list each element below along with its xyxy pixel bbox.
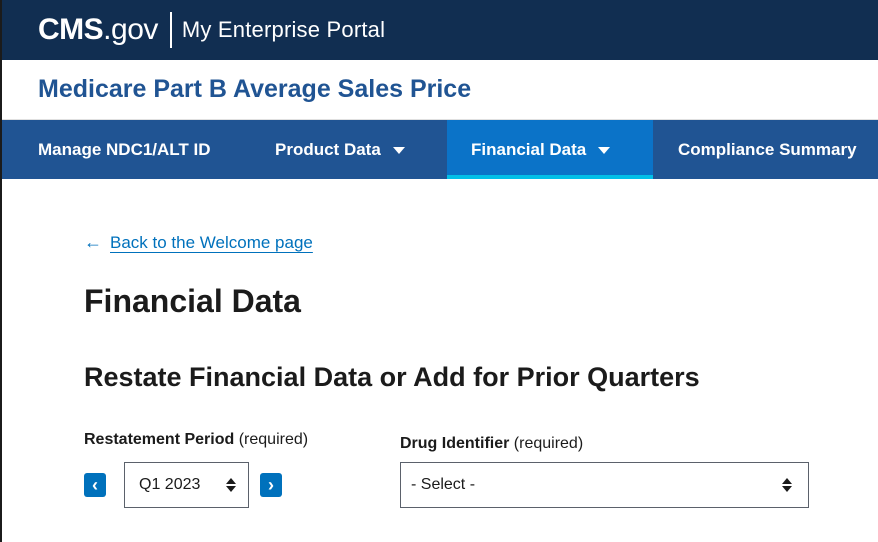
back-link-label: Back to the Welcome page xyxy=(110,232,313,252)
app-title-bar: Medicare Part B Average Sales Price xyxy=(2,60,878,120)
page: CMS .gov My Enterprise Portal Medicare Pa… xyxy=(0,0,878,542)
required-text: (required) xyxy=(238,431,309,448)
cms-header: CMS .gov My Enterprise Portal xyxy=(2,0,878,60)
section-title: Restate Financial Data or Add for Prior … xyxy=(84,362,700,392)
drug-identifier-select[interactable]: - Select - xyxy=(400,462,809,508)
sort-updown-icon xyxy=(782,478,792,492)
nav-item-financial-data[interactable]: Financial Data xyxy=(447,120,653,179)
logo-gov-text: .gov xyxy=(103,13,158,46)
nav-item-label: Compliance Summary xyxy=(678,139,857,159)
logo-divider xyxy=(169,12,172,48)
caret-down-icon xyxy=(598,147,611,154)
drug-identifier-value: - Select - xyxy=(411,476,476,493)
chevron-right-icon: › xyxy=(268,474,274,495)
back-to-welcome-link[interactable]: ← Back to the Welcome page xyxy=(84,232,313,253)
cms-logo[interactable]: CMS .gov xyxy=(38,15,158,45)
next-quarter-button[interactable]: › xyxy=(260,473,282,497)
portal-name[interactable]: My Enterprise Portal xyxy=(182,17,385,43)
page-title: Financial Data xyxy=(84,283,301,319)
main-nav: Manage NDC1/ALT ID Product Data Financia… xyxy=(2,120,878,179)
required-text: (required) xyxy=(513,435,584,452)
caret-down-icon xyxy=(392,147,405,154)
nav-item-label: Product Data xyxy=(275,139,381,159)
drug-identifier-label-text: Drug Identifier xyxy=(400,435,510,452)
nav-item-label: Manage NDC1/ALT ID xyxy=(38,139,211,159)
nav-item-manage-ndc[interactable]: Manage NDC1/ALT ID xyxy=(38,120,211,179)
restatement-period-label-text: Restatement Period xyxy=(84,431,235,448)
drug-identifier-label: Drug Identifier (required) xyxy=(400,435,583,453)
restatement-period-value: Q1 2023 xyxy=(139,476,201,493)
restatement-period-label: Restatement Period (required) xyxy=(84,431,308,449)
nav-item-label: Financial Data xyxy=(471,139,587,159)
arrow-left-icon: ← xyxy=(84,232,102,252)
previous-quarter-button[interactable]: ‹ xyxy=(84,473,106,497)
sort-updown-icon xyxy=(226,478,236,492)
nav-item-compliance-summary[interactable]: Compliance Summary xyxy=(678,120,857,179)
nav-item-product-data[interactable]: Product Data xyxy=(275,120,405,179)
chevron-left-icon: ‹ xyxy=(92,474,98,495)
app-title[interactable]: Medicare Part B Average Sales Price xyxy=(38,75,471,104)
restatement-period-select[interactable]: Q1 2023 xyxy=(124,462,249,508)
logo-cms-text: CMS xyxy=(38,13,104,46)
